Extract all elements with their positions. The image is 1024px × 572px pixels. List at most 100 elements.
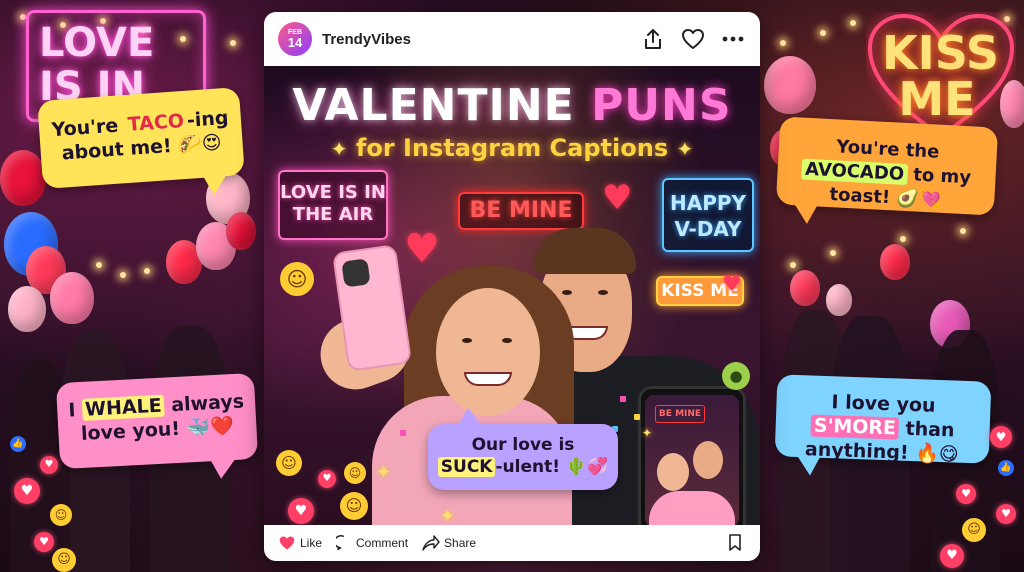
heart-icon[interactable] bbox=[680, 26, 706, 52]
avatar[interactable]: FEB 14 bbox=[278, 22, 312, 56]
bubble-highlight: WHALE bbox=[81, 394, 166, 421]
bookmark-button[interactable] bbox=[728, 534, 746, 552]
light-bulb bbox=[960, 228, 966, 234]
bubble-text: Our love is bbox=[471, 435, 575, 455]
confetti bbox=[634, 414, 640, 420]
phone-camera-icon bbox=[341, 258, 371, 288]
heart-eyes-emoji-icon: ☺ bbox=[340, 492, 368, 520]
confetti bbox=[620, 396, 626, 402]
pun-bubble-smore: I love you S'MORE than anything! 🔥😋 bbox=[774, 374, 992, 476]
whale-emoji-icon: 🐳❤️ bbox=[186, 414, 235, 440]
floating-heart-icon: ♥ bbox=[940, 544, 964, 568]
floating-heart-icon: ♥ bbox=[996, 504, 1016, 524]
balloon bbox=[764, 56, 816, 114]
comment-button[interactable]: Comment bbox=[336, 535, 408, 551]
more-icon[interactable] bbox=[720, 26, 746, 52]
avocado-emoji-icon: 🥑💘 bbox=[895, 187, 942, 211]
bubble-text: I love you bbox=[831, 391, 936, 417]
floating-heart-icon: ♥ bbox=[318, 470, 336, 488]
neon-sign-right-text: KISS ME bbox=[882, 26, 999, 126]
smile bbox=[464, 372, 512, 386]
bubble-text: -ulent! bbox=[495, 457, 560, 477]
balloon bbox=[50, 272, 94, 324]
bubble-tail bbox=[795, 455, 821, 476]
username[interactable]: TrendyVibes bbox=[322, 31, 626, 48]
bubble-highlight: AVOCADO bbox=[801, 158, 908, 186]
sign-happy-vday: HAPPY V-DAY bbox=[662, 178, 754, 252]
balloon bbox=[8, 286, 46, 332]
phone-couple-body bbox=[649, 491, 735, 525]
sparkle-icon: ✦ bbox=[440, 506, 456, 525]
floating-heart-icon: ♥ bbox=[956, 484, 976, 504]
heart-balloon-icon: ♥ bbox=[602, 178, 633, 218]
sign-be-mine: BE MINE bbox=[458, 192, 584, 230]
heart-eyes-emoji-icon: ☺ bbox=[280, 262, 314, 296]
post-footer: Like Comment Share bbox=[264, 525, 760, 561]
light-bulb bbox=[230, 40, 236, 46]
like-label: Like bbox=[300, 536, 323, 550]
bubble-tail bbox=[210, 457, 238, 480]
bubble-highlight: S'MORE bbox=[810, 414, 900, 440]
floating-heart-icon: ♥ bbox=[40, 456, 58, 474]
taco-emoji-icon: 🌮😍 bbox=[177, 131, 223, 157]
sparkle-icon: ✦ bbox=[330, 137, 348, 161]
heart-filled-icon bbox=[279, 536, 295, 550]
phone-face bbox=[693, 441, 723, 479]
bubble-tail bbox=[458, 408, 482, 426]
laughing-emoji-icon: ☺ bbox=[276, 450, 302, 476]
share-label: Share bbox=[444, 536, 477, 550]
share-icon[interactable] bbox=[640, 26, 666, 52]
light-bulb bbox=[830, 250, 836, 256]
floating-like-icon: 👍 bbox=[998, 460, 1014, 476]
avatar-day: 14 bbox=[287, 35, 303, 50]
title-part-1: VALENTINE bbox=[292, 80, 575, 131]
bubble-tail bbox=[792, 203, 818, 225]
floating-emoji-icon: ☺ bbox=[962, 518, 986, 542]
light-bulb bbox=[820, 30, 826, 36]
light-bulb bbox=[850, 20, 856, 26]
sparkle-icon: ✦ bbox=[376, 462, 392, 483]
sign-love-is-in-the-air: LOVE IS IN THE AIR bbox=[278, 170, 388, 240]
floating-heart-icon: ♥ bbox=[34, 532, 54, 552]
post-header: FEB 14 TrendyVibes bbox=[264, 12, 760, 66]
sparkle-icon: ✦ bbox=[642, 426, 653, 440]
bubble-text: You're the bbox=[835, 136, 940, 163]
balloon bbox=[880, 244, 910, 280]
pun-bubble-whale: I WHALE always love you! 🐳❤️ bbox=[55, 372, 259, 480]
pun-bubble-succulent: Our love is SUCK -ulent! 🌵💞 bbox=[428, 408, 618, 490]
light-bulb bbox=[96, 262, 102, 268]
light-bulb bbox=[144, 268, 150, 274]
fire-emoji-icon: 🔥😋 bbox=[914, 442, 960, 466]
sparkle-icon: ✦ bbox=[676, 137, 694, 161]
phone-face bbox=[657, 453, 689, 491]
bubble-highlight: SUCK bbox=[437, 457, 496, 477]
light-bulb bbox=[790, 262, 796, 268]
eye bbox=[462, 338, 472, 343]
bubble-tail bbox=[202, 174, 229, 196]
avocado-emoji-icon: ● bbox=[722, 362, 750, 390]
light-bulb bbox=[120, 272, 126, 278]
floating-emoji-icon: ☺ bbox=[52, 548, 76, 572]
bubble-text: You're bbox=[50, 114, 126, 142]
subtitle-text: for Instagram Captions bbox=[355, 134, 669, 162]
floating-heart-icon: ♥ bbox=[14, 478, 40, 504]
eye bbox=[502, 338, 512, 343]
light-bulb bbox=[780, 40, 786, 46]
floating-heart-icon: ♥ bbox=[288, 498, 314, 524]
eye bbox=[562, 290, 572, 295]
heart-balloon-icon: ♥ bbox=[404, 226, 440, 272]
balloon bbox=[0, 150, 46, 206]
title-part-2: PUNS bbox=[591, 80, 732, 131]
floating-like-icon: 👍 bbox=[10, 436, 26, 452]
post-subtitle: ✦ for Instagram Captions ✦ bbox=[264, 134, 760, 162]
smile-emoji-icon: ☺ bbox=[344, 462, 366, 484]
confetti bbox=[400, 430, 406, 436]
like-button[interactable]: Like bbox=[278, 535, 322, 551]
pun-bubble-taco: You're TACO-ing about me! 🌮😍 bbox=[37, 87, 245, 196]
phone-sign-be-mine: BE MINE bbox=[655, 405, 705, 423]
floating-heart-icon: ♥ bbox=[990, 426, 1012, 448]
share-button[interactable]: Share bbox=[422, 535, 476, 551]
phone-screen: BE MINE bbox=[645, 395, 739, 525]
eye bbox=[598, 290, 608, 295]
phone-preview: BE MINE bbox=[638, 386, 746, 525]
